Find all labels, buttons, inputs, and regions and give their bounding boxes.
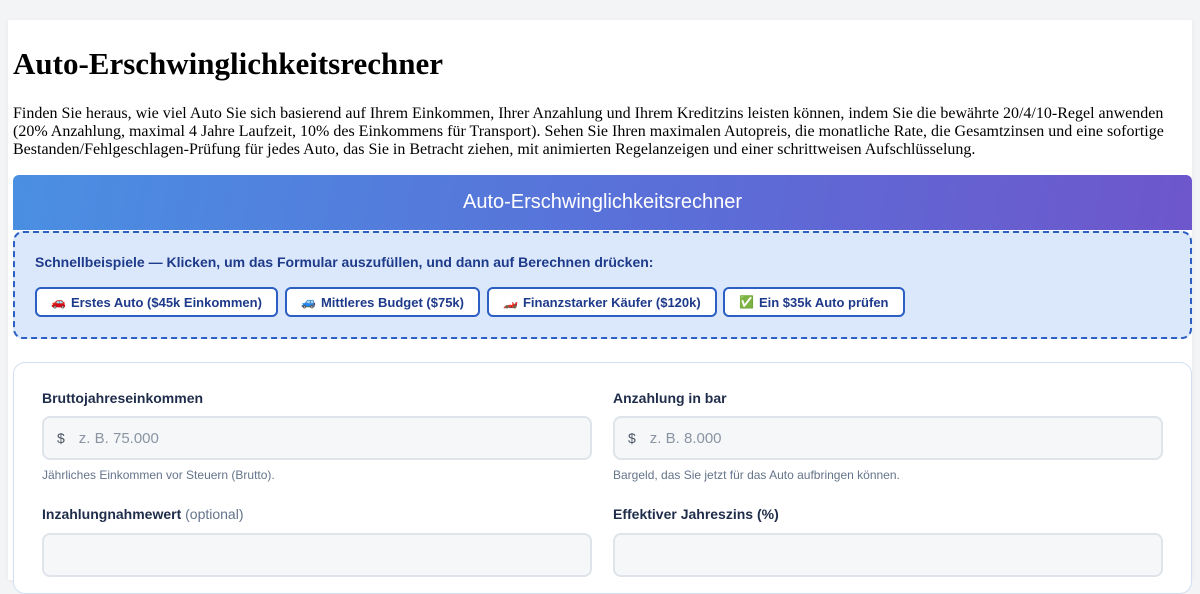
main-card: Auto-Erschwinglichkeitsrechner Finden Si… xyxy=(8,20,1192,594)
income-hint: Jährliches Einkommen vor Steuern (Brutto… xyxy=(42,468,275,482)
quick-examples-panel: Schnellbeispiele — Klicken, um das Formu… xyxy=(13,231,1192,339)
example-button-label: Finanzstarker Käufer ($120k) xyxy=(522,294,701,310)
income-input[interactable] xyxy=(76,428,561,448)
income-label: Bruttojahreseinkommen xyxy=(42,390,204,406)
down-payment-label: Anzahlung in bar xyxy=(613,390,727,406)
quick-examples-label: Schnellbeispiele — Klicken, um das Formu… xyxy=(35,254,654,270)
optional-tag: (optional) xyxy=(185,506,244,522)
calculator-header-title: Auto-Erschwinglichkeitsrechner xyxy=(462,191,742,213)
example-check-35k-car-button[interactable]: ✅ Ein $35k Auto prüfen xyxy=(723,287,905,317)
trade-in-label-text: Inzahlungnahmewert xyxy=(42,506,182,522)
trade-in-input-wrapper[interactable] xyxy=(42,533,592,577)
calculator-form: Bruttojahreseinkommen $ Jährliches Einko… xyxy=(13,362,1192,594)
page-intro: Finden Sie heraus, wie viel Auto Sie sic… xyxy=(13,105,1164,158)
apr-input-wrapper[interactable] xyxy=(613,533,1163,577)
car-icon: 🚗 xyxy=(51,295,66,309)
down-payment-hint: Bargeld, das Sie jetzt für das Auto aufb… xyxy=(613,468,900,482)
example-button-label: Ein $35k Auto prüfen xyxy=(758,294,889,310)
example-mid-budget-button[interactable]: 🚙 Mittleres Budget ($75k) xyxy=(285,287,480,317)
page-title: Auto-Erschwinglichkeitsrechner xyxy=(13,46,443,81)
suv-icon: 🚙 xyxy=(301,295,316,309)
trade-in-label: Inzahlungnahmewert (optional) xyxy=(42,506,244,522)
dollar-icon: $ xyxy=(57,430,65,446)
example-button-label: Mittleres Budget ($75k) xyxy=(320,294,464,310)
race-car-icon: 🏎️ xyxy=(503,295,518,309)
example-wealthy-buyer-button[interactable]: 🏎️ Finanzstarker Käufer ($120k) xyxy=(487,287,717,317)
check-mark-icon: ✅ xyxy=(739,295,754,309)
down-payment-input[interactable] xyxy=(647,428,1132,448)
apr-label: Effektiver Jahreszins (%) xyxy=(613,506,779,522)
dollar-icon: $ xyxy=(628,430,636,446)
calculator-header: Auto-Erschwinglichkeitsrechner xyxy=(13,175,1192,230)
down-payment-input-wrapper[interactable]: $ xyxy=(613,416,1163,460)
income-input-wrapper[interactable]: $ xyxy=(42,416,592,460)
example-first-car-button[interactable]: 🚗 Erstes Auto ($45k Einkommen) xyxy=(35,287,278,317)
example-button-label: Erstes Auto ($45k Einkommen) xyxy=(70,294,262,310)
